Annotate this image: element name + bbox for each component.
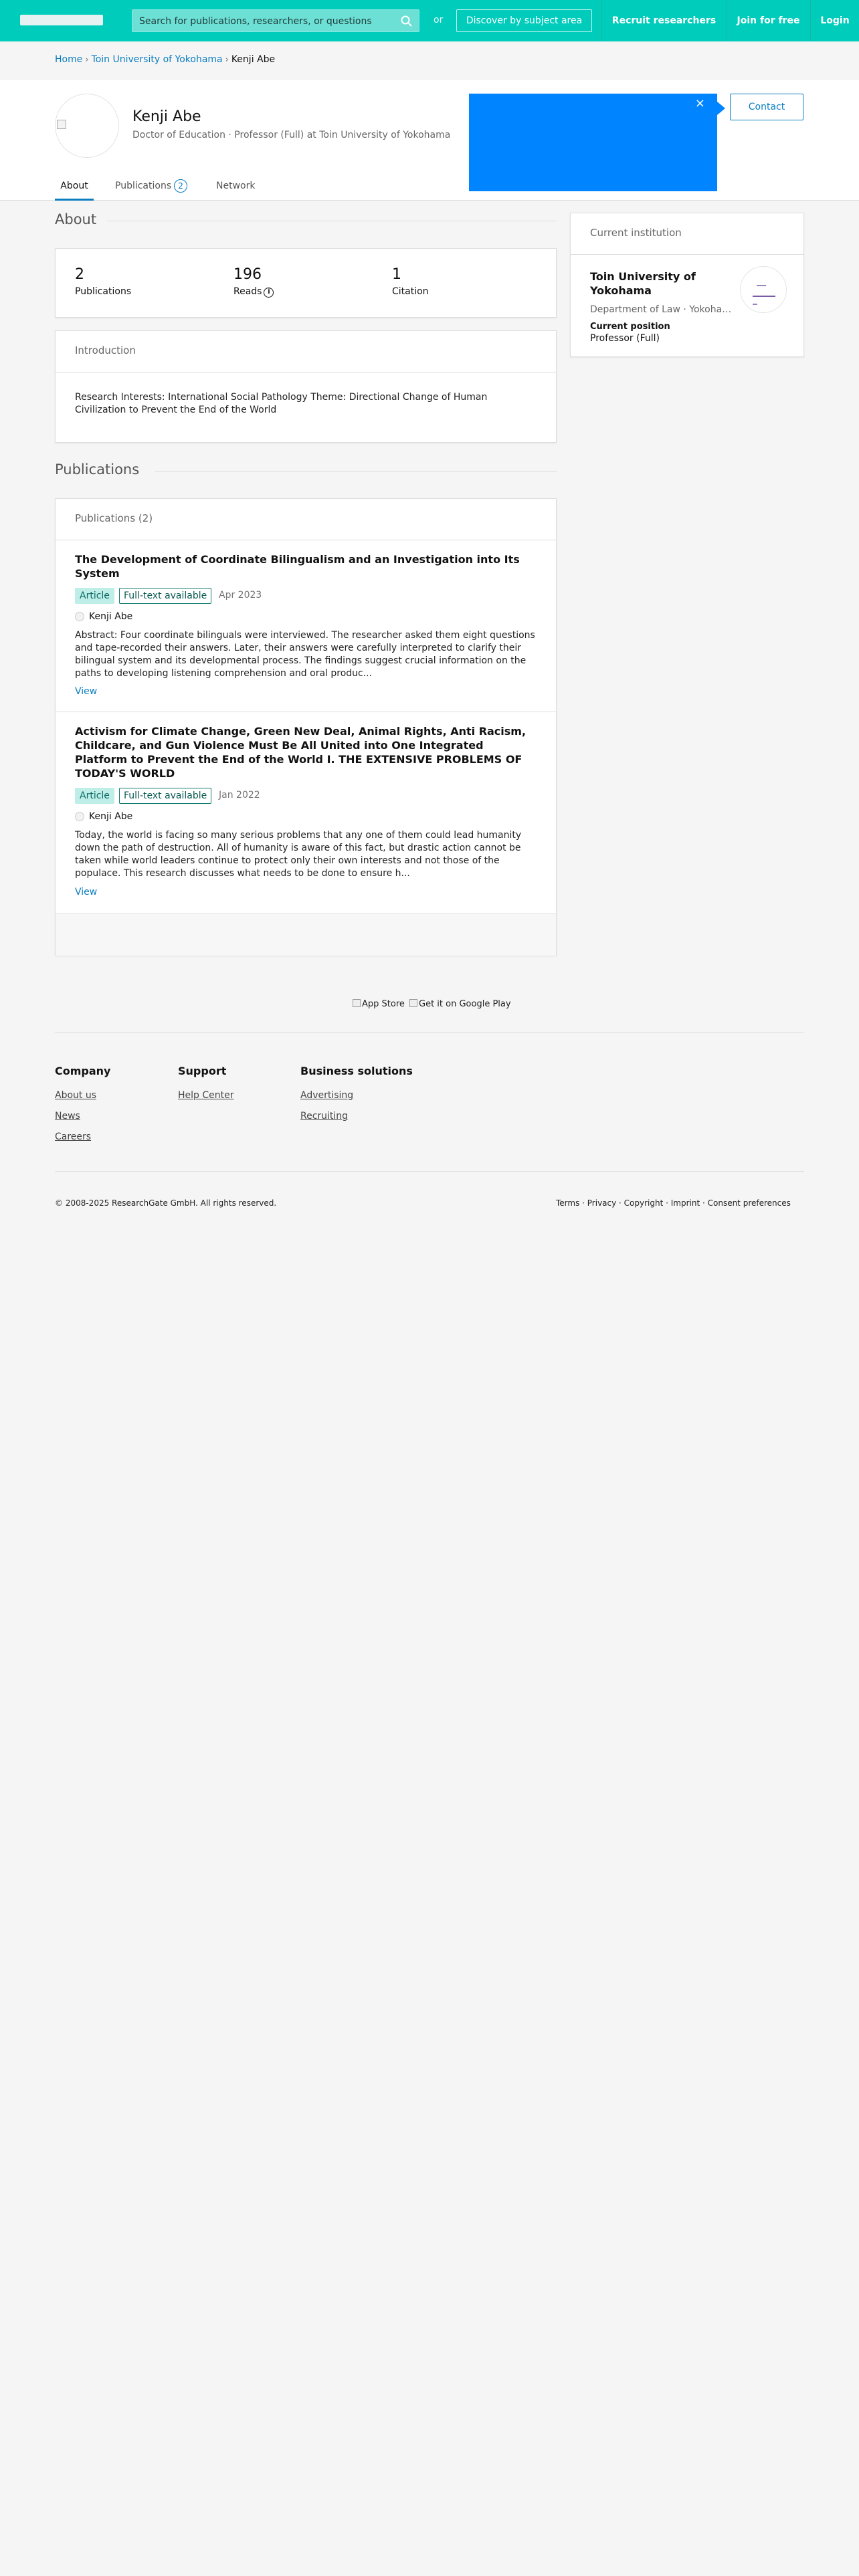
introduction-card: Introduction Research Interests: Interna…: [55, 330, 557, 443]
author-link[interactable]: Kenji Abe: [89, 611, 132, 622]
publication-date: Apr 2023: [219, 590, 262, 601]
profile-name: Kenji Abe: [132, 108, 201, 125]
stat-publications-label: Publications: [75, 286, 132, 297]
profile-subtitle: Doctor of Education · Professor (Full) a…: [132, 130, 451, 140]
recruit-researchers-button[interactable]: Recruit researchers: [601, 0, 726, 41]
author-avatar: [75, 812, 84, 821]
about-section-title: About: [55, 211, 97, 227]
breadcrumb-institution[interactable]: Toin University of Yokohama: [92, 54, 223, 65]
publications-section-title: Publications: [55, 461, 140, 477]
footer-company-title: Company: [55, 1065, 111, 1077]
or-label: or: [434, 15, 444, 25]
chevron-right-icon: ›: [85, 55, 89, 65]
footer-link-careers[interactable]: Careers: [55, 1132, 91, 1142]
publication-title[interactable]: The Development of Coordinate Bilinguali…: [75, 552, 537, 580]
ad-pointer: [717, 102, 725, 115]
search-input[interactable]: Search for publications, researchers, or…: [139, 16, 372, 27]
search-icon[interactable]: [400, 15, 413, 28]
publication-abstract: Today, the world is facing so many serio…: [75, 830, 522, 879]
publication-title[interactable]: Activism for Climate Change, Green New D…: [75, 724, 537, 780]
introduction-title: Introduction: [56, 331, 556, 372]
introduction-text: Research Interests: International Social…: [75, 392, 488, 415]
footer-link-recruiting[interactable]: Recruiting: [300, 1111, 348, 1121]
google-play-icon: [409, 999, 417, 1007]
stat-reads-label: Reads: [233, 286, 262, 297]
current-position: Professor (Full): [590, 333, 660, 344]
article-badge: Article: [75, 588, 114, 604]
google-play-badge[interactable]: Get it on Google Play: [409, 999, 511, 1009]
institution-name[interactable]: Toin University of Yokohama: [590, 270, 731, 298]
institution-logo[interactable]: [740, 266, 787, 313]
publications-card-title: Publications (2): [56, 499, 556, 540]
publications-card: Publications (2) The Development of Coor…: [55, 498, 557, 956]
breadcrumb-current: Kenji Abe: [231, 54, 276, 65]
publications-count-badge: 2: [174, 179, 188, 193]
stat-citation-label: Citation: [392, 286, 429, 297]
footer-business-title: Business solutions: [300, 1065, 413, 1077]
contact-button[interactable]: Contact: [730, 94, 803, 120]
stat-publications-value: 2: [75, 266, 84, 283]
footer-divider: [55, 1171, 804, 1172]
join-for-free-button[interactable]: Join for free: [726, 0, 810, 41]
advertisement-banner[interactable]: ×: [469, 94, 717, 191]
stat-reads: Reads i: [233, 286, 274, 298]
footer-link-advertising[interactable]: Advertising: [300, 1090, 353, 1101]
footer-support-title: Support: [178, 1065, 227, 1077]
footer-link-news[interactable]: News: [55, 1111, 80, 1121]
close-icon[interactable]: ×: [695, 96, 705, 110]
institution-card: Current institution Toin University of Y…: [570, 213, 804, 357]
info-icon[interactable]: i: [264, 288, 274, 298]
top-navigation-bar: Search for publications, researchers, or…: [0, 0, 859, 41]
publication-date: Jan 2022: [219, 790, 260, 800]
footer-link-help-center[interactable]: Help Center: [178, 1090, 234, 1101]
app-store-badge[interactable]: App Store: [353, 999, 405, 1009]
section-divider: [155, 471, 557, 472]
view-button[interactable]: View: [75, 686, 97, 697]
fulltext-badge: Full-text available: [119, 788, 212, 804]
tab-about[interactable]: About: [55, 174, 94, 201]
stat-reads-value: 196: [233, 266, 262, 283]
author-avatar: [75, 612, 84, 621]
footer-divider: [55, 1032, 804, 1033]
copyright: © 2008-2025 ResearchGate GmbH. All right…: [55, 1198, 277, 1208]
login-button[interactable]: Login: [810, 0, 859, 41]
stats-card: 2 Publications 196 Reads i 1 Citation: [55, 248, 557, 318]
google-play-label: Get it on Google Play: [419, 999, 511, 1009]
breadcrumb: Home › Toin University of Yokohama › Kenji A…: [55, 54, 275, 65]
footer-link-about[interactable]: About us: [55, 1090, 96, 1101]
broken-image-icon: [57, 120, 66, 129]
profile-header: Kenji Abe Doctor of Education · Professo…: [0, 80, 859, 201]
app-store-icon: [353, 999, 361, 1007]
fulltext-badge: Full-text available: [119, 588, 212, 604]
tab-publications[interactable]: Publications 2: [115, 174, 188, 201]
publication-abstract: Abstract: Four coordinate bilinguals wer…: [75, 630, 535, 679]
avatar: [55, 94, 119, 158]
institution-department: Department of Law · Yokohama, Japan: [590, 304, 734, 315]
tab-network[interactable]: Network: [216, 174, 255, 201]
researchgate-logo[interactable]: [20, 15, 103, 25]
discover-subject-button[interactable]: Discover by subject area: [456, 9, 592, 32]
institution-card-title: Current institution: [571, 213, 803, 255]
article-badge: Article: [75, 788, 114, 804]
search-box[interactable]: Search for publications, researchers, or…: [132, 9, 419, 32]
card-footer: [56, 914, 556, 956]
stat-citation-value: 1: [392, 266, 401, 283]
author-link[interactable]: Kenji Abe: [89, 811, 132, 822]
footer-legal-links[interactable]: Terms · Privacy · Copyright · Imprint · …: [556, 1198, 791, 1208]
tab-publications-label: Publications: [115, 181, 172, 191]
university-crest-icon: [753, 285, 775, 305]
app-store-label: App Store: [362, 999, 405, 1009]
breadcrumb-home[interactable]: Home: [55, 54, 82, 65]
view-button[interactable]: View: [75, 887, 97, 897]
chevron-right-icon: ›: [225, 55, 229, 65]
current-position-label: Current position: [590, 322, 670, 332]
